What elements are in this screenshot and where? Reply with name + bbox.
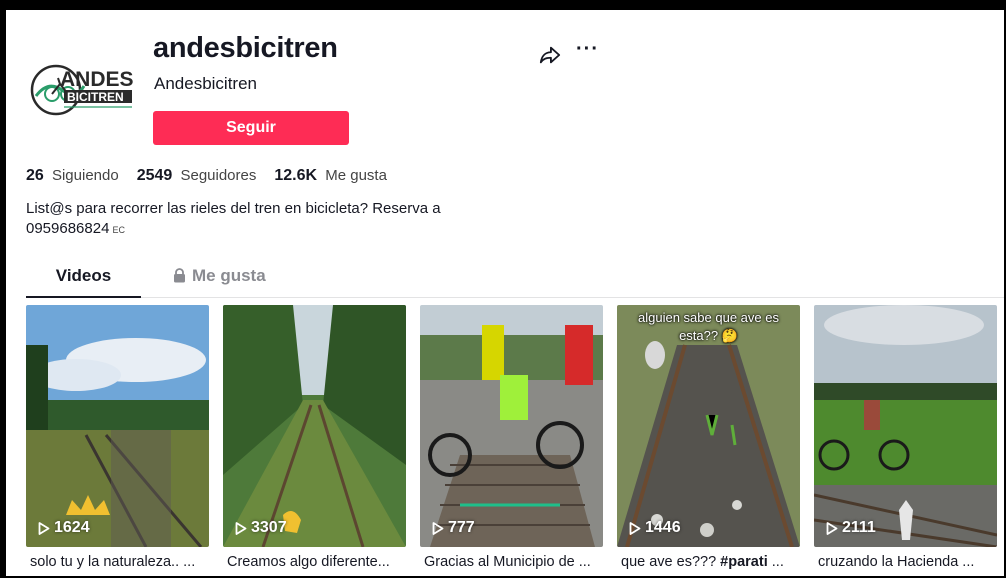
video-thumbnail[interactable]: 1624 xyxy=(26,305,209,547)
bio-region: EC xyxy=(112,225,125,235)
share-icon[interactable] xyxy=(539,44,561,66)
play-icon xyxy=(826,521,838,535)
video-views: 2111 xyxy=(826,519,876,537)
profile-tabs: Videos Me gusta xyxy=(26,260,1004,298)
video-views-count: 777 xyxy=(448,519,475,536)
video-views-count: 1446 xyxy=(645,519,681,536)
stat-followers[interactable]: 2549 Seguidores xyxy=(137,167,257,185)
stat-value: 12.6K xyxy=(274,167,318,184)
profile-page: ANDES BICITREN andesbicitren Andesbicitr… xyxy=(6,10,1004,576)
video-caption[interactable]: que ave es??? #parati ... xyxy=(617,554,800,570)
play-icon xyxy=(235,521,247,535)
tab-likes-label: Me gusta xyxy=(192,266,266,285)
tab-likes[interactable]: Me gusta xyxy=(173,266,266,298)
video-caption[interactable]: Gracias al Municipio de ... xyxy=(420,554,603,570)
video-overlay-text: alguien sabe que ave es esta?? 🤔 xyxy=(638,310,779,343)
video-thumbnail[interactable]: 777 xyxy=(420,305,603,547)
video-caption[interactable]: solo tu y la naturaleza.. ... xyxy=(26,554,209,570)
stat-likes: 12.6K Me gusta xyxy=(274,167,387,185)
video-card[interactable]: 3307 Creamos algo diferente... xyxy=(223,305,406,570)
video-caption[interactable]: Creamos algo diferente... xyxy=(223,554,406,570)
avatar[interactable]: ANDES BICITREN xyxy=(26,50,136,124)
video-thumbnail-image xyxy=(814,305,997,547)
stat-value: 2549 xyxy=(136,167,173,184)
video-views: 3307 xyxy=(235,519,287,537)
play-icon xyxy=(432,521,444,535)
video-views-count: 1624 xyxy=(54,519,90,536)
play-icon xyxy=(629,521,641,535)
video-thumbnail[interactable]: alguien sabe que ave es esta?? 🤔 1446 xyxy=(617,305,800,547)
video-card[interactable]: 1624 solo tu y la naturaleza.. ... xyxy=(26,305,209,570)
profile-bio: List@s para recorrer las rieles del tren… xyxy=(26,199,506,240)
svg-text:ANDES: ANDES xyxy=(60,68,134,91)
lock-icon xyxy=(174,268,185,283)
profile-username: andesbicitren xyxy=(153,32,338,64)
stat-following[interactable]: 26 Siguiendo xyxy=(26,167,119,185)
video-views-count: 2111 xyxy=(842,519,876,536)
video-views: 777 xyxy=(432,519,475,537)
andes-bicitren-logo: ANDES BICITREN xyxy=(30,64,134,116)
caption-hashtag[interactable]: #parati xyxy=(720,554,768,570)
stat-label: Seguidores xyxy=(180,167,257,184)
video-views: 1624 xyxy=(38,519,90,537)
video-thumbnail-image xyxy=(420,305,603,547)
video-thumbnail[interactable]: 3307 xyxy=(223,305,406,547)
caption-text: que ave es??? xyxy=(621,554,721,570)
video-views-count: 3307 xyxy=(251,519,287,536)
bio-line: List@s para recorrer las rieles del tren… xyxy=(26,200,441,217)
video-card[interactable]: alguien sabe que ave es esta?? 🤔 1446 qu… xyxy=(617,305,800,570)
video-views: 1446 xyxy=(629,519,681,537)
video-thumbnail[interactable]: 2111 xyxy=(814,305,997,547)
video-card[interactable]: 777 Gracias al Municipio de ... xyxy=(420,305,603,570)
profile-stats: 26 Siguiendo 2549 Seguidores 12.6K Me gu… xyxy=(26,167,387,185)
video-grid: 1624 solo tu y la naturaleza.. ... 3307 … xyxy=(26,305,997,570)
stat-label: Me gusta xyxy=(325,167,387,184)
video-thumbnail-image xyxy=(223,305,406,547)
video-thumbnail-image xyxy=(26,305,209,547)
bio-phone: 0959686824 xyxy=(26,220,110,237)
play-icon xyxy=(38,521,50,535)
follow-button[interactable]: Seguir xyxy=(153,111,349,145)
stat-label: Siguiendo xyxy=(51,167,119,184)
stat-value: 26 xyxy=(26,167,44,184)
tab-videos[interactable]: Videos xyxy=(26,266,141,298)
profile-nickname: Andesbicitren xyxy=(154,74,258,93)
svg-text:BICITREN: BICITREN xyxy=(67,90,124,104)
caption-ellipsis: ... xyxy=(767,554,784,570)
video-card[interactable]: 2111 cruzando la Hacienda ... xyxy=(814,305,997,570)
video-caption[interactable]: cruzando la Hacienda ... xyxy=(814,554,997,570)
more-icon[interactable]: ··· xyxy=(576,38,599,61)
